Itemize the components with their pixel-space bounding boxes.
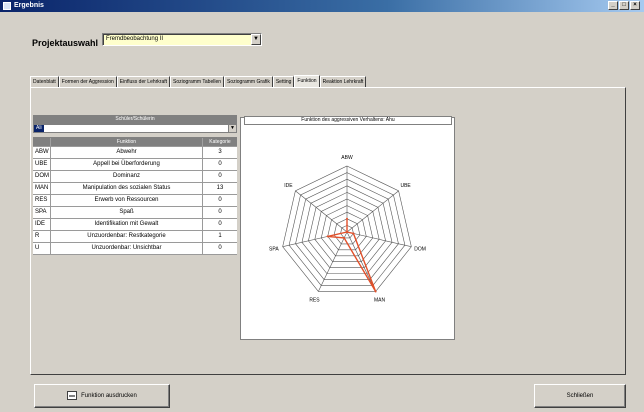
function-table: Funktion Kategorie ABW Abwehr 3 UBE Appe… [33,137,237,255]
radar-axis-label: DOM [414,247,426,253]
row-name: Unzuordenbar: Restkategorie [51,231,203,242]
app-icon [3,2,11,10]
print-button[interactable]: Funktion ausdrucken [34,384,170,408]
table-row[interactable]: R Unzuordenbar: Restkategorie 1 [33,231,237,243]
project-select[interactable]: Fremdbeobachtung II ▼ [102,33,262,46]
row-code: DOM [33,171,51,182]
row-name: Identifikation mit Gewalt [51,219,203,230]
tab-soziogramm-grafik[interactable]: Soziogramm Grafik [224,76,273,87]
chevron-down-icon[interactable]: ▼ [251,34,261,45]
row-name: Dominanz [51,171,203,182]
chart-title: Funktion des aggressiven Verhaltens: Ahu [244,116,452,125]
row-code: IDE [33,219,51,230]
table-header-row: Funktion Kategorie [33,138,237,147]
radar-point-spa [326,235,329,238]
radar-chart: ABW UBE DOM MAN RES SPA IDE [269,155,426,304]
row-name: Appell bei Überforderung [51,159,203,170]
row-code: R [33,231,51,242]
row-name: Manipulation des sozialen Status [51,183,203,194]
row-value: 13 [203,183,237,194]
radar-point-abw [346,217,348,220]
tab-soziogramm-tabellen[interactable]: Soziogramm Tabellen [170,76,225,87]
close-window-button[interactable]: × [630,1,640,10]
radar-point-ide [346,231,348,233]
close-button[interactable]: Schließen [534,384,626,408]
table-row[interactable]: DOM Dominanz 0 [33,171,237,183]
column-header-funktion: Funktion [51,138,203,146]
radar-axis-label: UBE [400,183,411,189]
table-row[interactable]: MAN Manipulation des sozialen Status 13 [33,183,237,195]
tab-bar: Datenblatt Formen der Aggression Einflus… [30,75,367,87]
radar-point-dom [352,232,355,235]
table-row[interactable]: SPA Spaß 0 [33,207,237,219]
row-name: Erwerb von Ressourcen [51,195,203,206]
row-name: Unzuordenbar: Unsichtbar [51,243,203,254]
row-value: 1 [203,231,237,242]
column-header-kategorie: Kategorie [203,138,237,146]
table-row[interactable]: IDE Identifikation mit Gewalt 0 [33,219,237,231]
window-title: Ergebnis [14,2,44,9]
table-row[interactable]: ABW Abwehr 3 [33,147,237,159]
maximize-button[interactable]: □ [619,1,629,10]
table-row[interactable]: U Unzuordenbar: Unsichtbar 0 [33,243,237,255]
row-value: 3 [203,147,237,158]
radar-axis-label: SPA [269,247,279,253]
row-value: 0 [203,195,237,206]
radar-axis-label: IDE [284,183,293,189]
row-code: ABW [33,147,51,158]
row-name: Abwehr [51,147,203,158]
table-row[interactable]: RES Erwerb von Ressourcen 0 [33,195,237,207]
function-table-panel: Schüler/Schülerin Ali ▼ Funktion Kategor… [33,115,237,255]
row-value: 0 [203,243,237,254]
row-code: MAN [33,183,51,194]
project-select-value: Fremdbeobachtung II [106,36,164,42]
tab-formen-der-aggression[interactable]: Formen der Aggression [58,76,117,87]
radar-axis-label: RES [309,298,320,304]
row-value: 0 [203,219,237,230]
row-code: UBE [33,159,51,170]
tab-datenblatt[interactable]: Datenblatt [30,76,59,87]
column-header-code [33,138,51,146]
printer-icon [67,390,78,400]
print-button-label: Funktion ausdrucken [81,393,137,399]
row-code: U [33,243,51,254]
tab-setting[interactable]: Setting [272,76,295,87]
student-select-value: Ali [34,125,44,132]
row-code: SPA [33,207,51,218]
row-value: 0 [203,207,237,218]
chevron-down-icon[interactable]: ▼ [228,125,236,132]
tab-reaktion-lehrkraft[interactable]: Reaktion Lehrkraft [319,76,367,87]
radar-point-res [343,236,346,239]
title-bar: Ergebnis _ □ × [0,0,644,12]
row-code: RES [33,195,51,206]
radar-axis-label: MAN [374,298,386,304]
radar-axis-label: ABW [341,155,353,161]
minimize-button[interactable]: _ [608,1,618,10]
tab-funktion[interactable]: Funktion [294,75,320,87]
row-name: Spaß [51,207,203,218]
row-value: 0 [203,171,237,182]
student-header: Schüler/Schülerin [33,115,237,124]
project-label: Projektauswahl [32,38,99,48]
student-select[interactable]: Ali ▼ [33,124,237,133]
row-value: 0 [203,159,237,170]
table-row[interactable]: UBE Appell bei Überforderung 0 [33,159,237,171]
radar-point-man [374,290,377,293]
tab-einfluss-lehrkraft[interactable]: Einfluss der Lehrkraft [116,76,171,87]
